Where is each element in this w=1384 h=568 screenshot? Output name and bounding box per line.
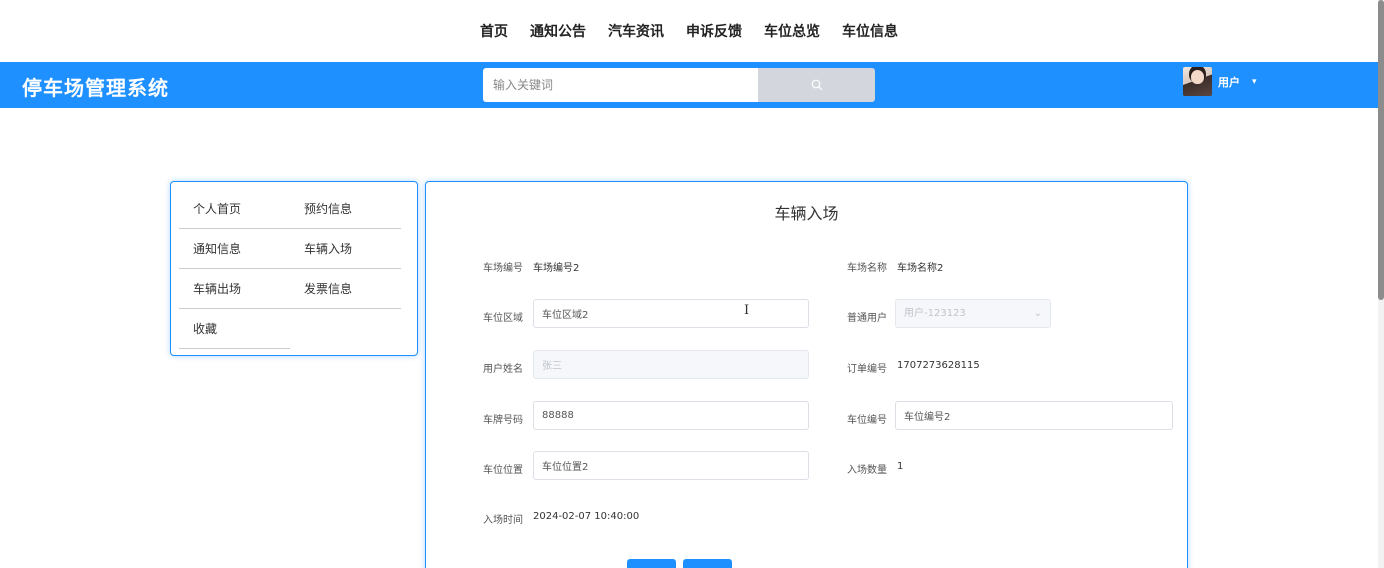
plate-label: 车牌号码 (483, 415, 523, 426)
count-label: 入场数量 (847, 465, 887, 476)
count-value: 1 (897, 461, 904, 472)
header-bar: 停车场管理系统 用户 ▾ (0, 62, 1378, 108)
menu-item-notifications[interactable]: 通知信息 (179, 229, 290, 269)
submit-button[interactable] (627, 559, 676, 568)
text-cursor: I (744, 303, 750, 318)
nav-space-overview[interactable]: 车位总览 (764, 21, 820, 41)
username-input (533, 350, 809, 379)
menu-item-invoices[interactable]: 发票信息 (290, 269, 401, 309)
menu-item-favorites[interactable]: 收藏 (179, 309, 290, 349)
space-no-input[interactable] (895, 401, 1173, 430)
nav-car-news[interactable]: 汽车资讯 (608, 21, 664, 41)
lot-name-value: 车场名称2 (897, 263, 944, 274)
panel-title: 车辆入场 (774, 204, 839, 223)
username-label: 用户姓名 (483, 364, 523, 375)
order-value: 1707273628115 (897, 360, 980, 371)
user-menu[interactable]: 用户 ▾ (1183, 67, 1257, 96)
space-no-label: 车位编号 (847, 415, 887, 426)
chevron-down-icon: ⌄ (1033, 308, 1042, 319)
search-icon (811, 79, 822, 91)
cancel-button[interactable] (683, 559, 732, 568)
user-select[interactable]: 用户-123123 ⌄ (895, 299, 1051, 328)
menu-item-profile[interactable]: 个人首页 (179, 189, 290, 229)
time-value: 2024-02-07 10:40:00 (533, 511, 640, 522)
caret-down-icon: ▾ (1252, 76, 1257, 87)
area-label: 车位区域 (483, 313, 523, 324)
position-input[interactable] (533, 451, 809, 480)
user-label: 普通用户 (847, 313, 887, 324)
menu-item-reservations[interactable]: 预约信息 (290, 189, 401, 229)
plate-input[interactable] (533, 401, 809, 430)
lot-no-value: 车场编号2 (533, 263, 580, 274)
lot-name-label: 车场名称 (847, 263, 887, 274)
lot-no-label: 车场编号 (483, 263, 523, 274)
scrollbar-thumb[interactable] (1378, 0, 1384, 300)
search-input[interactable] (483, 68, 759, 102)
avatar (1183, 67, 1212, 96)
nav-feedback[interactable]: 申诉反馈 (686, 21, 742, 41)
position-label: 车位位置 (483, 465, 523, 476)
vehicle-entry-panel: 车辆入场 车场编号 车场编号2 车场名称 车场名称2 车位区域 I 普通用户 用… (425, 181, 1188, 568)
top-nav: 首页 通知公告 汽车资讯 申诉反馈 车位总览 车位信息 (0, 0, 1378, 62)
nav-notices[interactable]: 通知公告 (530, 21, 586, 41)
user-name: 用户 (1218, 75, 1240, 89)
menu-item-vehicle-exit[interactable]: 车辆出场 (179, 269, 290, 309)
time-label: 入场时间 (483, 515, 523, 526)
search-button[interactable] (758, 68, 875, 102)
user-select-value: 用户-123123 (904, 308, 966, 319)
side-menu: 个人首页 预约信息 通知信息 车辆入场 车辆出场 发票信息 收藏 (170, 181, 418, 356)
nav-space-info[interactable]: 车位信息 (842, 21, 898, 41)
menu-item-vehicle-entry[interactable]: 车辆入场 (290, 229, 401, 269)
brand-title: 停车场管理系统 (22, 76, 169, 100)
nav-home[interactable]: 首页 (480, 21, 508, 41)
area-input[interactable] (533, 299, 809, 328)
order-label: 订单编号 (847, 364, 887, 375)
